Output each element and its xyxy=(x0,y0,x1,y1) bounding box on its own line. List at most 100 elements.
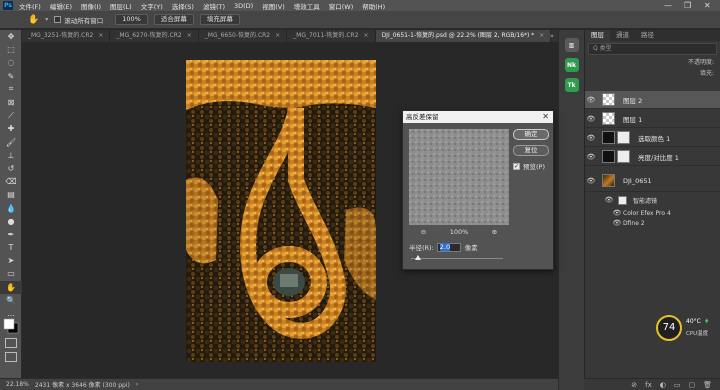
zoom-out-icon[interactable]: ⊖ xyxy=(421,228,426,236)
close-tab-icon[interactable]: × xyxy=(364,30,369,42)
close-tab-icon[interactable]: × xyxy=(539,30,544,42)
close-tab-icon[interactable]: × xyxy=(275,30,280,42)
menu-filter[interactable]: 滤镜(T) xyxy=(203,1,225,11)
close-tab-icon[interactable]: × xyxy=(187,30,192,42)
hand-tool-icon[interactable]: ✋ xyxy=(0,280,22,294)
menu-view[interactable]: 视图(V) xyxy=(262,1,285,11)
filter-row[interactable]: 👁 Color Efex Pro 4 xyxy=(585,208,720,218)
blur-tool-icon[interactable]: 💧 xyxy=(0,201,22,214)
layer-row[interactable]: 👁 DJI_0651 xyxy=(585,170,720,192)
close-window-icon[interactable]: ✕ xyxy=(704,0,711,11)
fx-icon[interactable]: fx xyxy=(645,381,652,389)
minimize-icon[interactable]: — xyxy=(664,0,672,11)
quick-mask-icon[interactable] xyxy=(5,338,17,348)
tk-plugin-icon[interactable]: Tk xyxy=(564,78,579,92)
preview-option[interactable]: ✓ 预览(P) xyxy=(513,161,545,171)
visibility-eye-icon[interactable]: 👁 xyxy=(585,177,597,185)
lasso-tool-icon[interactable]: ◌ xyxy=(0,56,22,69)
ok-button[interactable]: 确定 xyxy=(513,129,549,140)
artboard-tool-icon[interactable]: ⬚ xyxy=(0,43,22,56)
smart-filters-row[interactable]: 👁 智能滤镜 xyxy=(585,195,720,205)
preview-checkbox[interactable]: ✓ xyxy=(513,162,520,170)
link-layers-icon[interactable]: ⊘ xyxy=(631,381,637,389)
screen-mode-icon[interactable] xyxy=(5,352,17,362)
radius-slider-track[interactable] xyxy=(411,258,503,259)
reset-button[interactable]: 复位 xyxy=(513,145,549,156)
trash-icon[interactable]: 🗑 xyxy=(703,381,712,389)
visibility-eye-icon[interactable]: 👁 xyxy=(585,115,597,123)
visibility-eye-icon[interactable]: 👁 xyxy=(585,153,597,161)
zoom-level[interactable]: 22.18% xyxy=(6,381,29,388)
history-brush-icon[interactable]: ↺ xyxy=(0,162,22,175)
tab-dji-0651[interactable]: DJI_0651-1-恢复的.psd @ 22.2% (图层 2, RGB/16… xyxy=(375,30,552,42)
status-arrow-icon[interactable]: › xyxy=(136,381,138,388)
pen-tool-icon[interactable]: ✒ xyxy=(0,228,22,241)
layer-row[interactable]: 👁 选取颜色 1 xyxy=(585,129,720,147)
tab-mg-6270[interactable]: _MG_6270-恢复的.CR2 × xyxy=(110,30,199,42)
filter-preview[interactable] xyxy=(409,129,509,225)
visibility-eye-icon[interactable]: 👁 xyxy=(611,219,623,227)
zoom-tool-icon[interactable]: 🔍 xyxy=(0,294,22,307)
menu-edit[interactable]: 编辑(E) xyxy=(50,1,72,11)
document-image[interactable] xyxy=(186,60,376,362)
tab-paths[interactable]: 路径 xyxy=(635,30,660,41)
visibility-eye-icon[interactable]: 👁 xyxy=(585,134,597,142)
scroll-all-checkbox[interactable] xyxy=(54,16,62,23)
close-icon[interactable]: ✕ xyxy=(542,111,549,123)
close-tab-icon[interactable]: × xyxy=(98,30,103,42)
frame-tool-icon[interactable]: ⊠ xyxy=(0,96,22,109)
layer-filter[interactable]: Q 类型 xyxy=(588,43,717,55)
menu-file[interactable]: 文件(F) xyxy=(19,1,41,11)
menu-layer[interactable]: 图层(L) xyxy=(110,1,132,11)
crop-tool-icon[interactable]: ⌗ xyxy=(0,83,22,96)
fit-screen-button[interactable]: 适合屏幕 xyxy=(153,14,194,25)
layer-row[interactable]: 👁 亮度/对比度 1 xyxy=(585,148,720,166)
menu-select[interactable]: 选择(S) xyxy=(172,1,194,11)
fill-screen-button[interactable]: 填充屏幕 xyxy=(199,14,240,25)
path-select-icon[interactable]: ➤ xyxy=(0,254,22,267)
layer-row[interactable]: 👁 图层 2 xyxy=(585,91,720,109)
chevron-down-icon[interactable]: ▾ xyxy=(45,16,48,23)
tab-mg-3251[interactable]: _MG_3251-恢复的.CR2 × xyxy=(22,30,111,42)
visibility-eye-icon[interactable]: 👁 xyxy=(611,209,623,217)
move-tool-icon[interactable]: ✥ xyxy=(0,30,22,43)
zoom-100-button[interactable]: 100% xyxy=(115,14,148,25)
gradient-tool-icon[interactable]: ▤ xyxy=(0,188,22,201)
menu-help[interactable]: 帮助(H) xyxy=(362,1,385,11)
filter-row[interactable]: 👁 Dfine 2 xyxy=(585,218,720,228)
visibility-eye-icon[interactable]: 👁 xyxy=(585,96,597,104)
eraser-tool-icon[interactable]: ⌫ xyxy=(0,175,22,188)
clone-stamp-icon[interactable]: ⊥ xyxy=(0,149,22,162)
type-tool-icon[interactable]: T xyxy=(0,241,22,254)
layer-row[interactable]: 👁 图层 1 xyxy=(585,110,720,128)
opacity-label[interactable]: 不透明度: xyxy=(585,57,720,68)
radius-input[interactable]: 2.0 xyxy=(436,242,461,252)
nik-plugin-icon[interactable]: Nk xyxy=(564,58,579,72)
radius-slider-thumb[interactable] xyxy=(415,255,422,260)
menu-plugins[interactable]: 增效工具 xyxy=(294,1,320,11)
new-layer-icon[interactable]: ▢ xyxy=(688,381,695,389)
color-swatches[interactable] xyxy=(3,318,19,334)
tab-layers[interactable]: 图层 xyxy=(585,30,610,41)
add-mask-icon[interactable]: ▭ xyxy=(674,381,681,389)
adjustment-layer-icon[interactable]: ◐ xyxy=(660,381,666,389)
menu-window[interactable]: 窗口(W) xyxy=(329,1,354,11)
menu-image[interactable]: 图像(I) xyxy=(81,1,101,11)
more-tabs-icon[interactable]: » xyxy=(550,30,554,42)
tab-mg-6650[interactable]: _MG_6650-恢复的.CR2 × xyxy=(199,30,288,42)
rectangle-tool-icon[interactable]: ▭ xyxy=(0,267,22,280)
tab-mg-7011[interactable]: _MG_7011-恢复的.CR2 × xyxy=(287,30,376,42)
history-panel-icon[interactable]: ▥ xyxy=(564,38,579,52)
healing-brush-icon[interactable]: ✚ xyxy=(0,122,22,135)
eyedropper-tool-icon[interactable]: ⟋ xyxy=(0,109,22,122)
tab-channels[interactable]: 通道 xyxy=(610,30,635,41)
zoom-in-icon[interactable]: ⊕ xyxy=(492,228,497,236)
menu-type[interactable]: 文字(Y) xyxy=(141,1,163,11)
menu-3d[interactable]: 3D(D) xyxy=(234,2,253,10)
quick-select-tool-icon[interactable]: ✎ xyxy=(0,70,22,83)
dodge-tool-icon[interactable]: ● xyxy=(0,215,22,228)
restore-icon[interactable]: ❐ xyxy=(684,0,691,11)
fill-label[interactable]: 填充: xyxy=(585,68,720,79)
brush-tool-icon[interactable]: 🖌 xyxy=(0,136,22,149)
visibility-eye-icon[interactable]: 👁 xyxy=(603,196,615,204)
